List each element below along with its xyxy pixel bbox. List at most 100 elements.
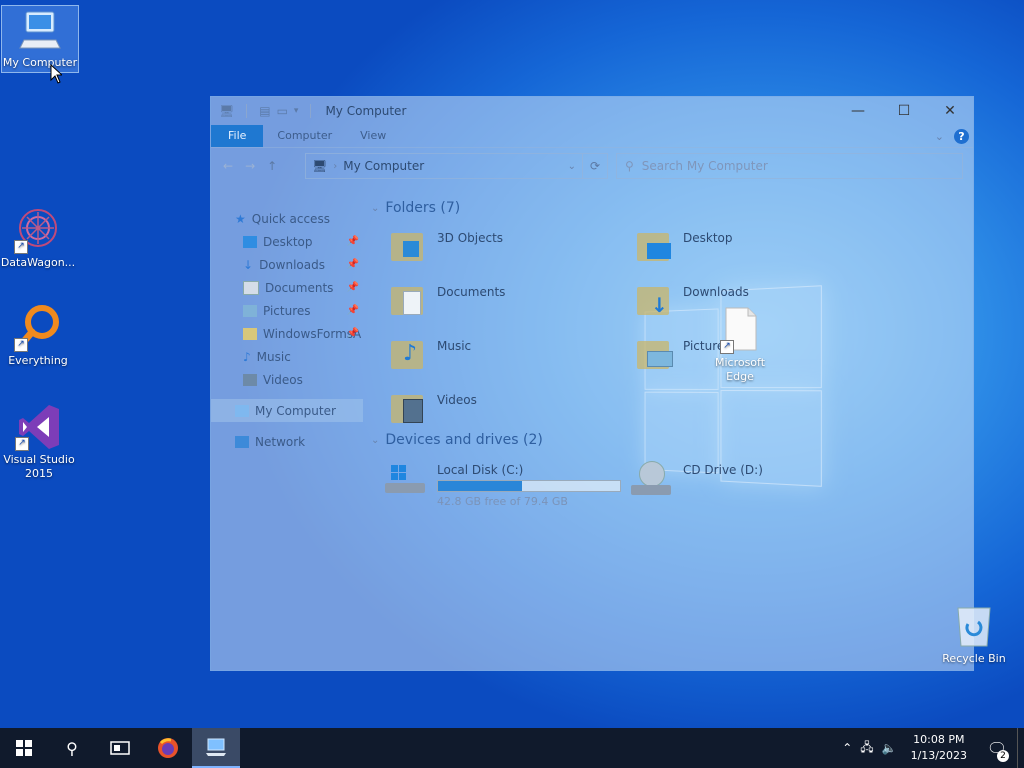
documents-folder-icon: [391, 281, 425, 315]
nav-item-documents[interactable]: Documents 📌: [211, 276, 363, 299]
folder-icon: [243, 327, 257, 340]
desktop-icon-label: My Computer: [2, 56, 78, 69]
windows-start-icon: [16, 740, 32, 756]
recycle-bin-icon: [950, 602, 998, 650]
help-icon[interactable]: ?: [954, 128, 969, 144]
downloads-folder-icon: ↓: [637, 281, 671, 317]
desktop-icon-recycle-bin[interactable]: Recycle Bin: [936, 602, 1012, 666]
computer-icon: [235, 404, 249, 417]
start-button[interactable]: [0, 728, 48, 768]
explorer-taskbar-button[interactable]: [192, 728, 240, 768]
task-view-icon: [110, 741, 130, 755]
task-view-button[interactable]: [96, 728, 144, 768]
show-hidden-icons-chevron-icon[interactable]: ⌃: [838, 741, 856, 755]
drive-local-disk-c[interactable]: Local Disk (C:) 42.8 GB free of 79.4 GB: [385, 463, 621, 508]
firefox-taskbar-button[interactable]: [144, 728, 192, 768]
folder-music[interactable]: ♪ Music: [391, 335, 631, 385]
nav-item-music[interactable]: ♪ Music: [211, 345, 363, 368]
clock-date: 1/13/2023: [910, 749, 967, 762]
forward-arrow-icon[interactable]: →: [245, 159, 255, 173]
minimize-button[interactable]: —: [835, 103, 881, 119]
drive-usage-bar: [437, 480, 621, 492]
blank-file-icon: ↗: [716, 306, 764, 354]
nav-item-network[interactable]: Network: [211, 430, 363, 453]
shortcut-arrow-icon: ↗: [720, 340, 734, 354]
expand-ribbon-chevron-icon[interactable]: ⌄: [935, 130, 944, 143]
new-folder-icon[interactable]: ▭: [277, 104, 288, 118]
desktop-icon-label: Visual Studio 2015: [3, 453, 75, 480]
clock-time: 10:08 PM: [913, 733, 965, 746]
pin-icon: 📌: [346, 259, 359, 270]
search-icon: ⚲: [66, 738, 78, 758]
tab-computer[interactable]: Computer: [263, 125, 346, 147]
visual-studio-icon: ↗: [15, 403, 63, 451]
action-center-button[interactable]: 🗨 2: [977, 739, 1017, 762]
music-folder-icon: ♪: [391, 335, 425, 369]
drive-cd-d[interactable]: CD Drive (D:): [631, 461, 763, 497]
desktop-icon-label: DataWagon...: [0, 256, 76, 269]
address-bar[interactable]: 🖥 › My Computer ⌄: [305, 153, 583, 179]
search-box[interactable]: ⚲ Search My Computer: [616, 153, 963, 179]
refresh-button[interactable]: ⟳: [583, 153, 608, 179]
properties-icon[interactable]: ▤: [259, 104, 270, 118]
drive-name: Local Disk (C:): [437, 463, 524, 477]
close-button[interactable]: ✕: [927, 103, 973, 119]
file-explorer-window[interactable]: 🖥 ▤ ▭ ▾ My Computer — ☐ ✕ File Computer …: [210, 96, 974, 671]
nav-item-desktop[interactable]: Desktop 📌: [211, 230, 363, 253]
title-bar[interactable]: 🖥 ▤ ▭ ▾ My Computer — ☐ ✕: [211, 97, 973, 125]
videos-folder-icon: [391, 389, 425, 423]
address-text: My Computer: [343, 159, 425, 173]
desktop-icon-label: Everything: [8, 354, 68, 367]
system-tray: ⌃ 🖧 🔈 10:08 PM 1/13/2023 🗨 2: [838, 728, 1024, 768]
search-icon: ⚲: [625, 159, 634, 173]
clock[interactable]: 10:08 PM 1/13/2023: [901, 732, 977, 764]
computer-icon: [206, 738, 226, 756]
volume-icon[interactable]: 🔈: [878, 741, 901, 755]
chevron-down-icon: ⌄: [371, 202, 380, 214]
network-icon: [235, 435, 249, 448]
desktop-icon-everything[interactable]: ↗ Everything: [0, 304, 76, 368]
desktop-icon-my-computer[interactable]: My Computer: [1, 5, 79, 73]
customize-quick-access-chevron-icon[interactable]: ▾: [294, 106, 299, 116]
address-row: ← → ↑ 🖥 › My Computer ⌄ ⟳ ⚲ Search My Co…: [211, 147, 973, 184]
tab-view[interactable]: View: [346, 125, 400, 147]
downloads-arrow-icon: ↓: [243, 257, 254, 272]
windows-drive-icon: [385, 463, 425, 499]
desktop-icon-label: Microsoft Edge: [714, 356, 766, 383]
drive-name: CD Drive (D:): [683, 463, 763, 477]
search-button[interactable]: ⚲: [48, 728, 96, 768]
desktop-icon-datawagon[interactable]: ↗ DataWagon...: [0, 206, 76, 270]
nav-quick-access[interactable]: ★ Quick access: [211, 207, 363, 230]
drives-group-header[interactable]: ⌄ Devices and drives (2): [371, 429, 543, 451]
nav-item-my-computer[interactable]: My Computer: [211, 399, 363, 422]
pin-icon: 📌: [346, 328, 359, 339]
address-dropdown-icon[interactable]: ⌄: [568, 161, 576, 172]
notification-count-badge: 2: [997, 749, 1009, 762]
nav-item-pictures[interactable]: Pictures 📌: [211, 299, 363, 322]
ribbon-tabs: File Computer View ⌄ ?: [211, 125, 973, 147]
folders-group-header[interactable]: ⌄ Folders (7): [371, 197, 973, 219]
nav-item-downloads[interactable]: ↓ Downloads 📌: [211, 253, 363, 276]
network-icon[interactable]: 🖧: [856, 738, 877, 759]
desktop-icon-microsoft-edge[interactable]: ↗ Microsoft Edge: [702, 306, 778, 384]
show-desktop-button[interactable]: [1017, 728, 1024, 768]
desktop-folder-icon: [637, 227, 671, 261]
star-icon: ★: [235, 211, 246, 226]
shortcut-arrow-icon: ↗: [14, 338, 28, 352]
folder-3d-objects[interactable]: 3D Objects: [391, 227, 631, 277]
window-title: My Computer: [325, 104, 407, 118]
maximize-button[interactable]: ☐: [881, 103, 927, 119]
cd-drive-icon: [631, 461, 671, 497]
folder-desktop[interactable]: Desktop: [637, 227, 877, 277]
desktop-icon-visual-studio[interactable]: ↗ Visual Studio 2015: [0, 403, 78, 481]
folder-documents[interactable]: Documents: [391, 281, 631, 331]
tab-file[interactable]: File: [211, 125, 264, 147]
pin-icon: 📌: [346, 305, 359, 316]
desktop-icon-label: Recycle Bin: [942, 652, 1006, 665]
nav-item-videos[interactable]: Videos: [211, 368, 363, 391]
back-arrow-icon[interactable]: ←: [223, 159, 233, 173]
nav-item-windowsforms[interactable]: WindowsFormsA 📌: [211, 322, 363, 345]
taskbar: ⚲ ⌃ 🖧 🔈 10:08 PM 1/13/2023 🗨 2: [0, 728, 1024, 768]
pictures-folder-icon: [637, 335, 673, 369]
up-arrow-icon[interactable]: ↑: [267, 159, 277, 173]
